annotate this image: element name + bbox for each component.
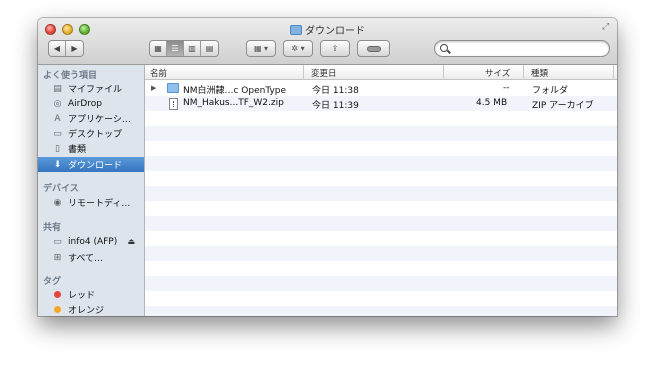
file-modified: 今日 11:39	[312, 101, 359, 111]
zip-file-icon	[169, 98, 178, 110]
downloads-icon: ⬇	[53, 159, 62, 170]
sidebar-tag-red[interactable]: レッド	[38, 287, 144, 302]
empty-row	[145, 276, 617, 291]
file-size: --	[503, 83, 510, 93]
icon-view-icon[interactable]: ▦	[150, 41, 167, 56]
label-icon	[366, 45, 381, 52]
column-modified[interactable]: 変更日	[311, 67, 337, 79]
back-arrow-icon[interactable]: ◀	[49, 41, 66, 56]
network-icon: ⊞	[53, 252, 62, 263]
sidebar-item-documents[interactable]: ▯ 書類	[38, 141, 144, 156]
applications-icon: A	[54, 113, 61, 124]
empty-row	[145, 231, 617, 246]
sidebar-item-all-network[interactable]: ⊞ すべて…	[38, 250, 144, 265]
column-size[interactable]: サイズ	[485, 67, 510, 79]
empty-row	[145, 201, 617, 216]
empty-row	[145, 171, 617, 186]
toolbar: ダウンロード ⤢ ◀ ▶ ▦ ☰ ▥ ▤ ▦ ▾ ✲ ▾ ⇪	[38, 18, 617, 65]
orange-tag-icon	[54, 306, 61, 313]
empty-row	[145, 186, 617, 201]
empty-row	[145, 156, 617, 171]
shared-header: 共有	[43, 223, 62, 233]
sidebar-item-desktop[interactable]: ▭ デスクトップ	[38, 126, 144, 141]
list-view-icon[interactable]: ☰	[167, 41, 184, 56]
sidebar-item-remote-disc[interactable]: ◉ リモートディ…	[38, 195, 144, 210]
tags-header: タグ	[43, 277, 62, 287]
sidebar-item-info4[interactable]: ▭ info4 (AFP) ⏏	[38, 234, 144, 249]
file-list: 名前 変更日 サイズ 種類 ▶ NM白洲隷…c OpenType 今日 11:3…	[145, 65, 617, 316]
empty-row	[145, 246, 617, 261]
sidebar: よく使う項目 ▤ マイファイル ◎ AirDrop A アプリケーシ… ▭ デス…	[38, 65, 145, 316]
arrange-icon: ▦ ▾	[253, 44, 269, 53]
column-name[interactable]: 名前	[150, 67, 167, 79]
column-header: 名前 変更日 サイズ 種類	[145, 65, 617, 80]
view-mode-control: ▦ ☰ ▥ ▤	[149, 40, 219, 57]
empty-row	[145, 141, 617, 156]
window-title: ダウンロード	[38, 22, 617, 37]
sidebar-tag-orange[interactable]: オレンジ	[38, 302, 144, 316]
file-row[interactable]: ▶ NM白洲隷…c OpenType 今日 11:38 -- フォルダ	[145, 81, 617, 96]
empty-row	[145, 291, 617, 306]
remote-disc-icon: ◉	[53, 197, 62, 208]
empty-row	[145, 261, 617, 276]
file-size: 4.5 MB	[476, 98, 508, 108]
empty-row	[145, 126, 617, 141]
sidebar-item-applications[interactable]: A アプリケーシ…	[38, 111, 144, 126]
all-files-icon: ▤	[53, 83, 62, 94]
documents-icon: ▯	[55, 143, 60, 154]
arrange-button[interactable]: ▦ ▾	[246, 40, 276, 57]
share-button[interactable]: ⇪	[320, 40, 350, 57]
sidebar-item-my-files[interactable]: ▤ マイファイル	[38, 81, 144, 96]
file-name: NM_Hakus...TF_W2.zip	[183, 98, 284, 108]
server-icon: ▭	[53, 236, 62, 247]
column-kind[interactable]: 種類	[531, 67, 548, 79]
coverflow-view-icon[interactable]: ▤	[201, 41, 218, 56]
fullscreen-icon[interactable]: ⤢	[602, 23, 611, 32]
favorites-header: よく使う項目	[43, 71, 98, 81]
sidebar-item-downloads[interactable]: ⬇ ダウンロード	[38, 157, 144, 172]
search-icon	[440, 44, 448, 52]
forward-arrow-icon[interactable]: ▶	[66, 41, 83, 56]
folder-icon	[290, 25, 302, 35]
empty-row	[145, 216, 617, 231]
label-button[interactable]	[357, 40, 390, 57]
empty-row	[145, 111, 617, 126]
file-modified: 今日 11:38	[312, 86, 359, 96]
file-kind: フォルダ	[532, 86, 569, 96]
airdrop-icon: ◎	[53, 98, 62, 109]
action-button[interactable]: ✲ ▾	[283, 40, 313, 57]
back-forward-control: ◀ ▶	[48, 40, 84, 57]
gear-icon: ✲ ▾	[291, 44, 305, 53]
folder-icon	[167, 83, 179, 93]
disclosure-triangle-icon[interactable]: ▶	[151, 84, 156, 92]
search-input[interactable]	[434, 40, 610, 57]
finder-window: ダウンロード ⤢ ◀ ▶ ▦ ☰ ▥ ▤ ▦ ▾ ✲ ▾ ⇪ よく使う項目 ▤ …	[38, 18, 617, 316]
desktop-icon: ▭	[53, 128, 62, 139]
empty-row	[145, 306, 617, 316]
red-tag-icon	[54, 291, 61, 298]
devices-header: デバイス	[43, 184, 79, 194]
share-icon: ⇪	[331, 44, 339, 53]
column-view-icon[interactable]: ▥	[184, 41, 201, 56]
sidebar-item-airdrop[interactable]: ◎ AirDrop	[38, 96, 144, 111]
file-kind: ZIP アーカイブ	[532, 101, 594, 111]
file-name: NM白洲隷…c OpenType	[183, 86, 287, 96]
file-row[interactable]: NM_Hakus...TF_W2.zip 今日 11:39 4.5 MB ZIP…	[145, 96, 617, 111]
eject-icon[interactable]: ⏏	[127, 237, 135, 246]
